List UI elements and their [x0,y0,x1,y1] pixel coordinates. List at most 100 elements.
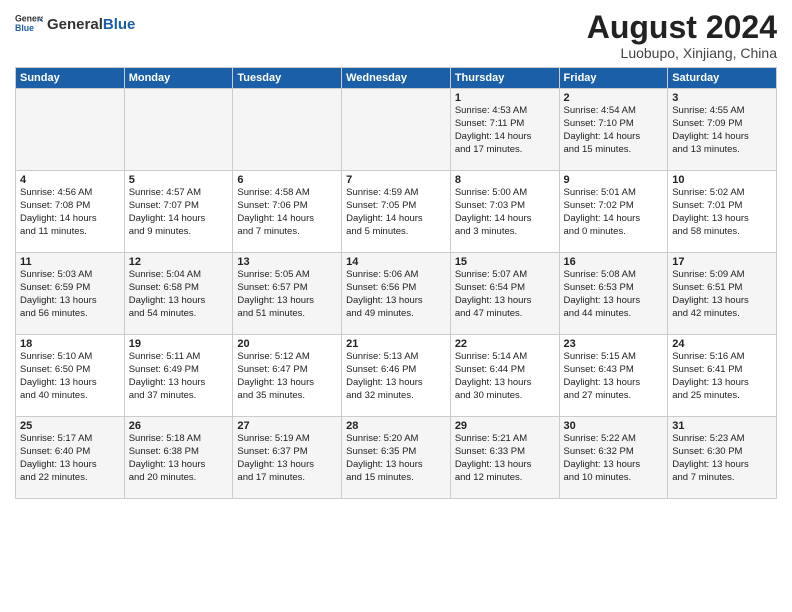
day-number: 20 [237,338,337,350]
cell-text-line: Daylight: 13 hours [564,377,664,390]
cell-text-line: Sunset: 6:46 PM [346,364,446,377]
cell-text-line: and 17 minutes. [237,472,337,485]
cell-text-line: Sunrise: 5:13 AM [346,351,446,364]
cell-text-line: Sunrise: 5:17 AM [20,433,120,446]
day-number: 4 [20,174,120,186]
calendar-cell: 2Sunrise: 4:54 AMSunset: 7:10 PMDaylight… [559,89,668,171]
cell-text-line: Daylight: 13 hours [564,459,664,472]
day-number: 2 [564,92,664,104]
cell-text-line: and 54 minutes. [129,308,229,321]
day-number: 6 [237,174,337,186]
day-number: 22 [455,338,555,350]
cell-text-line: and 40 minutes. [20,390,120,403]
day-number: 28 [346,420,446,432]
header-day-monday: Monday [124,68,233,89]
cell-text-line: Sunrise: 5:01 AM [564,187,664,200]
cell-text-line: Sunrise: 5:05 AM [237,269,337,282]
day-number: 8 [455,174,555,186]
cell-text-line: Sunset: 6:49 PM [129,364,229,377]
day-number: 15 [455,256,555,268]
cell-text-line: and 25 minutes. [672,390,772,403]
cell-text-line: Daylight: 13 hours [672,377,772,390]
cell-text-line: Daylight: 13 hours [20,459,120,472]
cell-text-line: Sunrise: 5:18 AM [129,433,229,446]
cell-text-line: Daylight: 13 hours [237,459,337,472]
day-number: 11 [20,256,120,268]
day-number: 25 [20,420,120,432]
cell-text-line: and 56 minutes. [20,308,120,321]
header-day-friday: Friday [559,68,668,89]
header-day-wednesday: Wednesday [342,68,451,89]
cell-text-line: Daylight: 13 hours [129,459,229,472]
cell-text-line: Sunrise: 5:03 AM [20,269,120,282]
logo: General Blue GeneralBlue [15,10,135,38]
cell-text-line: Sunrise: 5:10 AM [20,351,120,364]
cell-text-line: Sunrise: 4:59 AM [346,187,446,200]
day-number: 16 [564,256,664,268]
cell-text-line: Daylight: 14 hours [20,213,120,226]
cell-text-line: Sunrise: 4:53 AM [455,105,555,118]
day-number: 24 [672,338,772,350]
cell-text-line: Sunrise: 5:02 AM [672,187,772,200]
calendar-cell: 24Sunrise: 5:16 AMSunset: 6:41 PMDayligh… [668,335,777,417]
week-row-2: 4Sunrise: 4:56 AMSunset: 7:08 PMDaylight… [16,171,777,253]
calendar-cell: 29Sunrise: 5:21 AMSunset: 6:33 PMDayligh… [450,417,559,499]
cell-text-line: and 12 minutes. [455,472,555,485]
cell-text-line: Daylight: 13 hours [20,377,120,390]
calendar-cell: 9Sunrise: 5:01 AMSunset: 7:02 PMDaylight… [559,171,668,253]
calendar-cell: 7Sunrise: 4:59 AMSunset: 7:05 PMDaylight… [342,171,451,253]
cell-text-line: Sunrise: 5:07 AM [455,269,555,282]
cell-text-line: and 17 minutes. [455,144,555,157]
cell-text-line: Sunset: 6:35 PM [346,446,446,459]
cell-text-line: Sunrise: 5:19 AM [237,433,337,446]
cell-text-line: and 7 minutes. [237,226,337,239]
cell-text-line: Sunset: 6:41 PM [672,364,772,377]
calendar-header-row: SundayMondayTuesdayWednesdayThursdayFrid… [16,68,777,89]
cell-text-line: Sunrise: 4:55 AM [672,105,772,118]
cell-text-line: Sunrise: 5:08 AM [564,269,664,282]
cell-text-line: and 32 minutes. [346,390,446,403]
cell-text-line: Sunrise: 4:56 AM [20,187,120,200]
calendar-cell: 28Sunrise: 5:20 AMSunset: 6:35 PMDayligh… [342,417,451,499]
svg-text:Blue: Blue [15,23,34,33]
cell-text-line: Sunrise: 5:20 AM [346,433,446,446]
cell-text-line: and 27 minutes. [564,390,664,403]
cell-text-line: Sunrise: 5:06 AM [346,269,446,282]
day-number: 19 [129,338,229,350]
header-day-thursday: Thursday [450,68,559,89]
day-number: 17 [672,256,772,268]
cell-text-line: Daylight: 14 hours [564,213,664,226]
cell-text-line: and 10 minutes. [564,472,664,485]
week-row-1: 1Sunrise: 4:53 AMSunset: 7:11 PMDaylight… [16,89,777,171]
cell-text-line: and 15 minutes. [346,472,446,485]
cell-text-line: and 49 minutes. [346,308,446,321]
cell-text-line: and 13 minutes. [672,144,772,157]
calendar-cell: 17Sunrise: 5:09 AMSunset: 6:51 PMDayligh… [668,253,777,335]
cell-text-line: Sunset: 6:57 PM [237,282,337,295]
cell-text-line: Sunset: 6:50 PM [20,364,120,377]
day-number: 29 [455,420,555,432]
cell-text-line: Sunset: 6:33 PM [455,446,555,459]
calendar-cell: 5Sunrise: 4:57 AMSunset: 7:07 PMDaylight… [124,171,233,253]
cell-text-line: Sunset: 7:11 PM [455,118,555,131]
cell-text-line: Sunset: 6:30 PM [672,446,772,459]
cell-text-line: Sunrise: 5:09 AM [672,269,772,282]
cell-text-line: and 22 minutes. [20,472,120,485]
cell-text-line: Sunrise: 5:12 AM [237,351,337,364]
cell-text-line: Daylight: 13 hours [455,295,555,308]
cell-text-line: and 42 minutes. [672,308,772,321]
cell-text-line: Daylight: 13 hours [346,377,446,390]
cell-text-line: and 51 minutes. [237,308,337,321]
cell-text-line: Daylight: 13 hours [237,295,337,308]
cell-text-line: and 44 minutes. [564,308,664,321]
cell-text-line: Daylight: 13 hours [346,295,446,308]
cell-text-line: Sunrise: 4:57 AM [129,187,229,200]
calendar-cell: 18Sunrise: 5:10 AMSunset: 6:50 PMDayligh… [16,335,125,417]
cell-text-line: Sunset: 6:38 PM [129,446,229,459]
cell-text-line: Sunset: 6:51 PM [672,282,772,295]
month-year: August 2024 [587,10,777,45]
cell-text-line: and 37 minutes. [129,390,229,403]
day-number: 5 [129,174,229,186]
calendar-cell: 23Sunrise: 5:15 AMSunset: 6:43 PMDayligh… [559,335,668,417]
calendar-cell: 3Sunrise: 4:55 AMSunset: 7:09 PMDaylight… [668,89,777,171]
